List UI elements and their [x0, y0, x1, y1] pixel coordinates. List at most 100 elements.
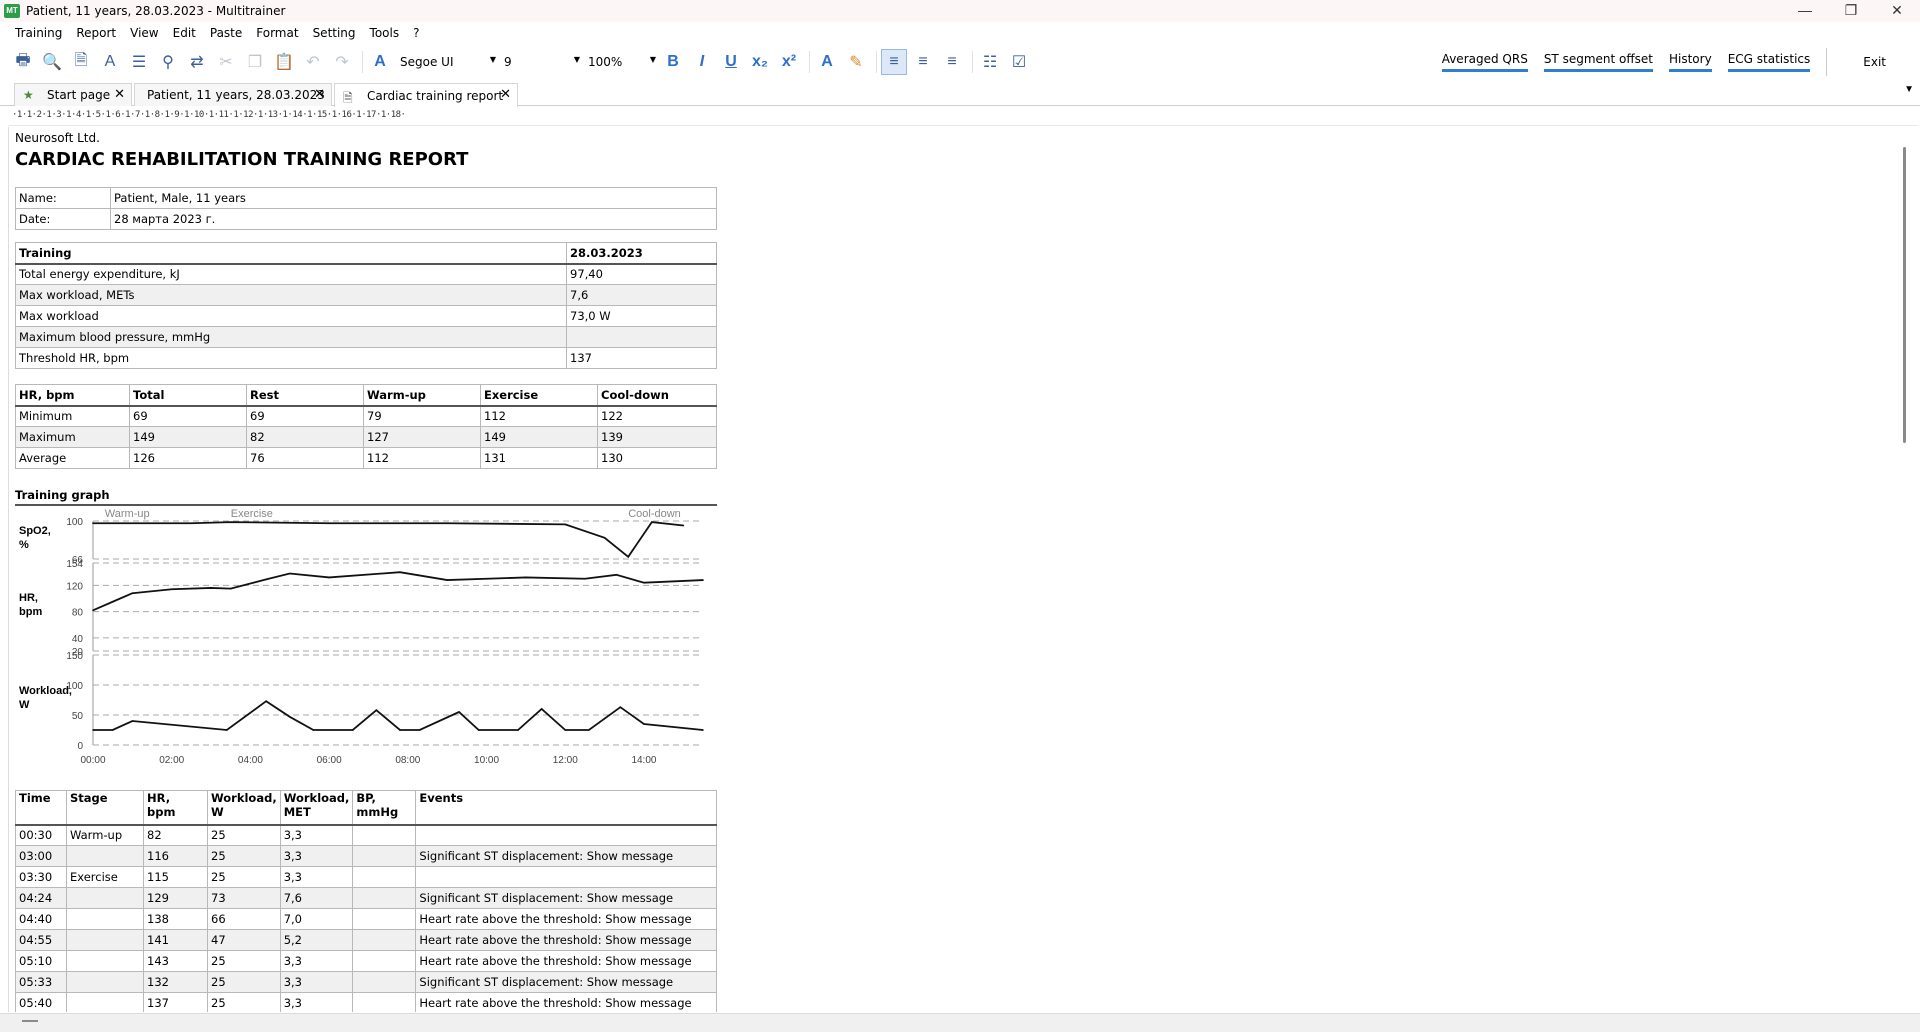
training-table: Training 28.03.2023 Total energy expendi…: [15, 242, 717, 369]
training-graph-label: Training graph: [15, 488, 717, 506]
table-cell: 143: [143, 950, 208, 972]
menu-view[interactable]: View: [123, 22, 165, 44]
font-color-icon[interactable]: A: [814, 49, 840, 75]
table-cell: Significant ST displacement: Show messag…: [415, 887, 717, 909]
align-right-icon[interactable]: ≡: [939, 49, 965, 75]
history-link[interactable]: History: [1668, 52, 1712, 72]
data-point: [603, 536, 606, 539]
table-cell: 122: [597, 405, 717, 427]
exit-button[interactable]: Exit: [1863, 55, 1886, 69]
table-row: Date: 28 марта 2023 г.: [15, 208, 717, 230]
minimize-button[interactable]: —: [1782, 0, 1828, 22]
document-icon: 🗎: [343, 90, 353, 105]
menu-report[interactable]: Report: [69, 22, 123, 44]
series-line: [92, 571, 704, 612]
events-table: Time Stage HR, bpm Workload, W Workload, MET…: [15, 790, 717, 1012]
subscript-icon[interactable]: x₂: [747, 49, 773, 75]
averaged-qrs-link[interactable]: Averaged QRS: [1441, 52, 1528, 72]
table-cell: [566, 326, 717, 348]
close-icon[interactable]: ✕: [500, 87, 511, 102]
data-point: [643, 581, 645, 584]
x-tick-label: 02:00: [159, 755, 184, 766]
spell-check-icon[interactable]: A: [97, 49, 123, 75]
close-icon[interactable]: ✕: [114, 87, 125, 102]
table-cell: 73,0 W: [566, 305, 717, 327]
undo-icon[interactable]: ↶: [300, 49, 326, 75]
font-name-select[interactable]: Segoe UI ▼: [396, 52, 500, 72]
underline-icon[interactable]: U: [718, 49, 744, 75]
highlight-icon[interactable]: ✎: [843, 49, 869, 75]
align-center-icon[interactable]: ≡: [910, 49, 936, 75]
table-header: Workload, W: [207, 790, 281, 826]
paste-icon[interactable]: 📋: [271, 49, 297, 75]
menu-paste[interactable]: Paste: [203, 22, 249, 44]
find-icon[interactable]: ⚲: [155, 49, 181, 75]
table-cell: 76: [246, 447, 364, 469]
export-icon[interactable]: 🗎: [68, 49, 94, 75]
font-icon[interactable]: A: [367, 49, 393, 75]
table-header: HR, bpm: [143, 790, 208, 826]
tab-cardiac-training-report[interactable]: 🗎 Cardiac training report ✕: [334, 83, 518, 107]
font-size-value: 9: [504, 55, 512, 69]
scroll-thumb[interactable]: [22, 1020, 38, 1022]
close-window-button[interactable]: ✕: [1874, 0, 1920, 22]
checkbox-icon[interactable]: ☑: [1006, 49, 1032, 75]
print-icon[interactable]: 🖶: [10, 49, 36, 75]
menu-edit[interactable]: Edit: [166, 22, 203, 44]
data-point: [702, 579, 704, 581]
superscript-icon[interactable]: x²: [776, 49, 802, 75]
document-area[interactable]: Neurosoft Ltd. CARDIAC REHABILITATION TR…: [8, 127, 1918, 1012]
restore-button[interactable]: ❐: [1828, 0, 1874, 22]
table-header: Rest: [246, 384, 364, 407]
panel-label: HR,: [19, 592, 38, 604]
table-cell: Maximum blood pressure, mmHg: [15, 326, 567, 348]
italic-icon[interactable]: I: [689, 49, 715, 75]
zoom-select[interactable]: 100% ▼: [584, 52, 660, 72]
table-cell: 5,2: [279, 929, 354, 951]
horizontal-scrollbar[interactable]: [0, 1013, 1920, 1032]
cut-icon[interactable]: ✂: [213, 49, 239, 75]
data-point: [210, 587, 212, 589]
table-cell: 82: [246, 426, 364, 448]
data-point: [399, 729, 401, 731]
data-point: [351, 729, 354, 731]
table-cell: [415, 866, 717, 888]
print-preview-icon[interactable]: 🔍: [39, 49, 65, 75]
table-cell: [352, 866, 417, 888]
font-size-select[interactable]: 9 ▼: [500, 52, 584, 72]
vertical-scrollbar[interactable]: [1903, 147, 1906, 443]
menu-tools[interactable]: Tools: [363, 22, 407, 44]
tab-start-page[interactable]: ★ Start page ✕: [14, 83, 132, 106]
menu-training[interactable]: Training: [8, 22, 69, 44]
copy-icon[interactable]: ❐: [242, 49, 268, 75]
data-point: [564, 729, 567, 731]
toolbar-separator: [809, 51, 810, 73]
ecg-statistics-link[interactable]: ECG statistics: [1727, 52, 1811, 72]
zoom-value: 100%: [588, 55, 623, 69]
table-cell: 66: [207, 908, 281, 930]
close-icon[interactable]: ✕: [314, 87, 325, 102]
table-row: 03:30 Exercise 115 25 3,3: [15, 866, 717, 888]
redo-icon[interactable]: ↷: [329, 49, 355, 75]
page-setup-icon[interactable]: ☰: [126, 49, 152, 75]
menu-help[interactable]: ?: [406, 22, 426, 44]
table-cell: 04:24: [15, 887, 67, 909]
tab-patient[interactable]: Patient, 11 years, 28.03.2023 ✕: [134, 83, 332, 106]
data-point: [131, 592, 134, 595]
replace-icon[interactable]: ⇄: [184, 49, 210, 75]
y-tick-label: 154: [66, 559, 83, 570]
tab-menu-icon[interactable]: ▼: [1904, 84, 1914, 95]
chevron-down-icon: ▼: [649, 55, 656, 64]
table-row: 04:55 141 47 5,2 Heart rate above the thresh…: [15, 929, 717, 951]
menu-format[interactable]: Format: [249, 22, 305, 44]
align-left-icon[interactable]: ≡: [881, 49, 907, 75]
bold-icon[interactable]: B: [660, 49, 686, 75]
ruler[interactable]: ·1·1·2·1·3·1·4·1·5·1·6·1·7·1·8·1·9·1·10·…: [8, 108, 1918, 126]
y-tick-label: 40: [72, 634, 84, 645]
menu-setting[interactable]: Setting: [306, 22, 363, 44]
toolbar-separator: [876, 51, 877, 73]
table-header: Workload, MET: [279, 790, 354, 826]
bullet-list-icon[interactable]: ☷: [977, 49, 1003, 75]
st-segment-offset-link[interactable]: ST segment offset: [1543, 52, 1653, 72]
toolbar-separator: [362, 51, 363, 73]
